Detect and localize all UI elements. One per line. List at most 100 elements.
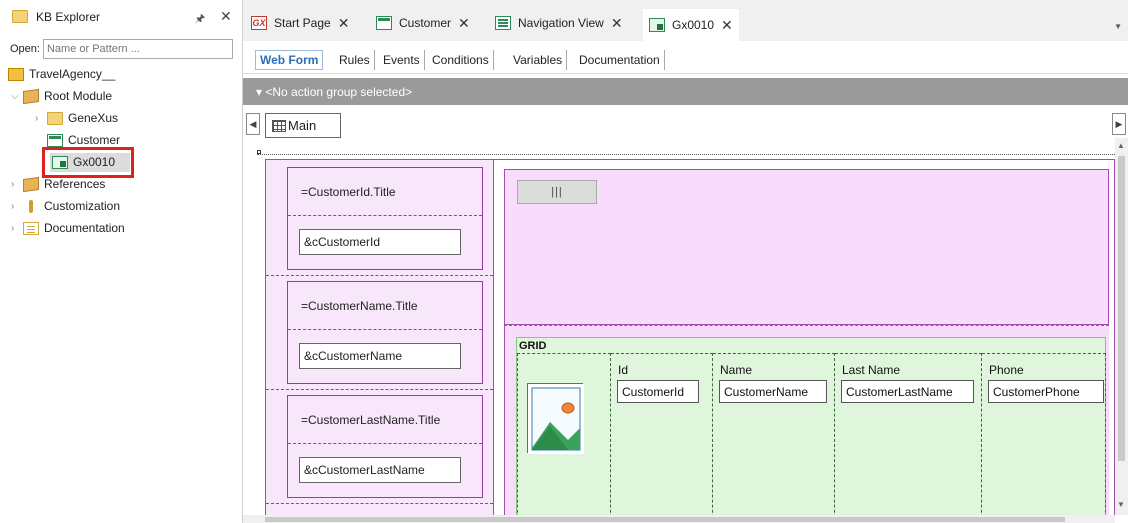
filter-block[interactable]: =CustomerId.Title &cCustomerId — [287, 167, 483, 270]
folder-icon — [12, 10, 28, 23]
webpanel-icon — [649, 18, 665, 32]
tree-item-label: Documentation — [44, 221, 125, 235]
toggle-filters-button[interactable]: ||| — [517, 180, 597, 204]
tree-item-label: Customer — [68, 133, 121, 147]
transaction-icon — [47, 133, 63, 147]
tab-rules[interactable]: Rules — [335, 50, 375, 70]
scroll-left-button[interactable]: ◀ — [246, 113, 260, 135]
pin-icon[interactable]: 🖈 — [195, 10, 205, 29]
grid-column-phone[interactable]: Phone CustomerPhone — [982, 353, 1106, 515]
close-tab-icon[interactable]: ✕ — [338, 15, 350, 32]
chevron-right-icon[interactable]: › — [11, 223, 23, 234]
chevron-down-icon[interactable]: ⌵ — [11, 91, 23, 102]
chevron-right-icon[interactable]: › — [11, 179, 23, 190]
grid-cell[interactable]: CustomerPhone — [988, 380, 1104, 403]
document-icon — [23, 221, 39, 235]
kb-explorer-panel: KB Explorer 🖈 ✕ Open: TravelAgency__ ⌵ R… — [0, 0, 243, 523]
chevron-right-icon[interactable]: › — [35, 113, 47, 124]
document-tab-bar: GX Start Page ✕ Customer ✕ Navigation Vi… — [243, 0, 1128, 41]
tab-start-page[interactable]: GX Start Page ✕ — [251, 11, 349, 35]
toggle-container[interactable]: ||| — [504, 169, 1109, 325]
tab-variables[interactable]: Variables — [509, 50, 568, 70]
scroll-up-icon[interactable]: ▲ — [1117, 141, 1125, 150]
gx-logo-icon: GX — [251, 16, 267, 30]
grid-cell[interactable]: CustomerName — [719, 380, 827, 403]
divider — [266, 275, 493, 276]
results-table[interactable]: ||| GRID Id CustomerId Name CustomerName… — [494, 159, 1115, 515]
knowledge-base-icon — [8, 67, 24, 81]
grid-column-last-name[interactable]: Last Name CustomerLastName — [835, 353, 982, 515]
scrollbar-thumb[interactable] — [265, 517, 1065, 522]
open-label: Open: — [10, 43, 40, 55]
module-icon — [23, 88, 39, 104]
filter-title[interactable]: =CustomerId.Title — [288, 168, 482, 216]
filter-block[interactable]: =CustomerName.Title &cCustomerName — [287, 281, 483, 384]
tree-item-label: Customization — [44, 199, 121, 213]
open-row: Open: — [0, 38, 243, 60]
divider — [266, 503, 493, 504]
transaction-icon — [376, 16, 392, 30]
tree-item-customization[interactable]: › Customization — [11, 196, 120, 216]
close-tab-icon[interactable]: ✕ — [721, 17, 733, 34]
tree-item-genexus[interactable]: › GeneXus — [35, 108, 118, 128]
grid-cell[interactable]: CustomerLastName — [841, 380, 974, 403]
filter-title[interactable]: =CustomerLastName.Title — [288, 396, 482, 444]
genexus-ide-window: KB Explorer 🖈 ✕ Open: TravelAgency__ ⌵ R… — [0, 0, 1128, 523]
filters-table[interactable]: =CustomerId.Title &cCustomerId =Customer… — [265, 159, 494, 515]
tab-web-form[interactable]: Web Form — [255, 50, 324, 70]
web-form-canvas[interactable]: =CustomerId.Title &cCustomerId =Customer… — [243, 147, 1115, 515]
tab-events[interactable]: Events — [379, 50, 425, 70]
scroll-down-icon[interactable]: ▼ — [1117, 500, 1125, 509]
tree-item-label: References — [44, 177, 106, 191]
divider — [266, 389, 493, 390]
grid-label: GRID — [519, 340, 547, 352]
action-group-selector[interactable]: ▾ <No action group selected> — [243, 78, 1128, 105]
resize-handle[interactable] — [257, 150, 261, 154]
module-icon — [23, 176, 39, 192]
scrollbar-thumb[interactable] — [1118, 156, 1125, 461]
chevron-right-icon[interactable]: › — [11, 201, 23, 212]
tree-item-references[interactable]: › References — [11, 174, 105, 194]
grid-container[interactable]: GRID Id CustomerId Name CustomerName Las… — [504, 325, 1109, 515]
tab-customer[interactable]: Customer ✕ — [376, 11, 470, 35]
tree-item-documentation[interactable]: › Documentation — [11, 218, 125, 238]
grid-column-id[interactable]: Id CustomerId — [611, 353, 713, 515]
scroll-right-button[interactable]: ▶ — [1112, 113, 1126, 135]
close-icon[interactable]: ✕ — [220, 8, 232, 25]
results-grid[interactable]: GRID Id CustomerId Name CustomerName Las… — [516, 337, 1106, 515]
tab-navigation-view[interactable]: Navigation View ✕ — [495, 11, 623, 35]
grid-image-column[interactable] — [517, 353, 611, 515]
grid-cell[interactable]: CustomerId — [617, 380, 699, 403]
tab-list-dropdown-icon[interactable]: ▼ — [1114, 22, 1122, 31]
filter-field[interactable]: &cCustomerLastName — [299, 457, 461, 483]
navigation-view-icon — [495, 16, 511, 30]
tab-label: Gx0010 — [672, 18, 715, 32]
tab-documentation[interactable]: Documentation — [575, 50, 665, 70]
tab-gx0010[interactable]: Gx0010 ✕ — [643, 9, 739, 41]
main-table-button[interactable]: Main — [265, 113, 341, 138]
main-table-border — [257, 154, 1115, 155]
filter-field[interactable]: &cCustomerId — [299, 229, 461, 255]
grid-column-name[interactable]: Name CustomerName — [713, 353, 835, 515]
editor-subtab-bar: Web Form Rules Events Conditions Variabl… — [243, 41, 1128, 74]
main-table-label: Main — [288, 118, 317, 133]
column-header: Last Name — [842, 363, 901, 377]
tab-conditions[interactable]: Conditions — [428, 50, 494, 70]
tree-item-label: GeneXus — [68, 111, 119, 125]
horizontal-scrollbar[interactable] — [243, 515, 1115, 523]
column-header: Phone — [989, 363, 1024, 377]
tab-label: Customer — [399, 16, 452, 30]
filter-field[interactable]: &cCustomerName — [299, 343, 461, 369]
tree-item-root-module[interactable]: ⌵ Root Module — [11, 86, 112, 106]
table-icon — [272, 119, 286, 132]
column-header: Name — [720, 363, 753, 377]
image-placeholder-icon — [527, 383, 584, 454]
filter-block[interactable]: =CustomerLastName.Title &cCustomerLastNa… — [287, 395, 483, 498]
layout-navigation-row: ◀ Main ▶ — [243, 105, 1128, 147]
close-tab-icon[interactable]: ✕ — [458, 15, 470, 32]
vertical-scrollbar[interactable]: ▲ ▼ — [1115, 138, 1128, 515]
filter-title[interactable]: =CustomerName.Title — [288, 282, 482, 330]
open-search-input[interactable] — [42, 39, 233, 59]
tree-item-travelagency[interactable]: TravelAgency__ — [8, 64, 115, 84]
close-tab-icon[interactable]: ✕ — [611, 15, 623, 32]
